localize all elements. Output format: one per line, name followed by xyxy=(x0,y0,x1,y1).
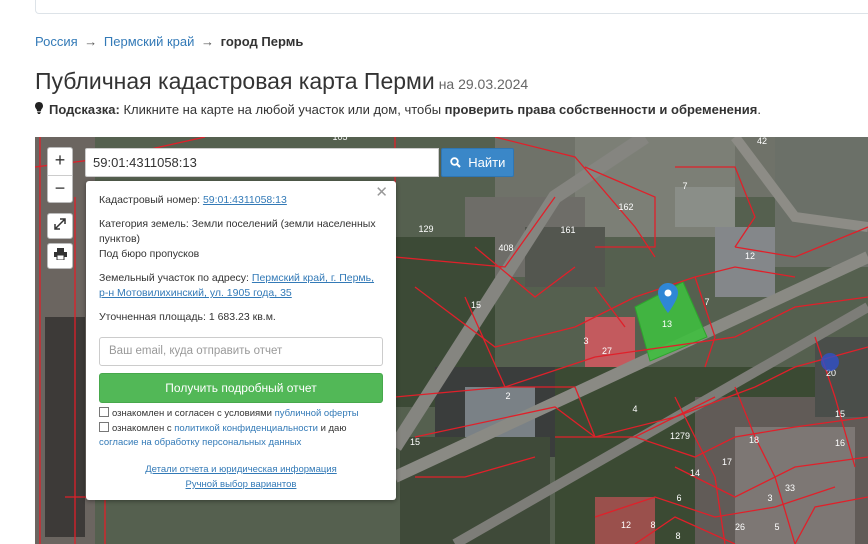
svg-text:15: 15 xyxy=(835,409,845,419)
top-panel xyxy=(35,0,868,14)
breadcrumb: Россия → Пермский край → город Пермь xyxy=(35,34,303,49)
svg-text:2: 2 xyxy=(505,391,510,401)
svg-text:26: 26 xyxy=(735,522,745,532)
svg-text:4: 4 xyxy=(632,404,637,414)
breadcrumb-perm-krai[interactable]: Пермский край xyxy=(104,34,194,49)
address-row: Земельный участок по адресу: Пермский кр… xyxy=(99,271,383,301)
page-title-text: Публичная кадастровая карта Перми xyxy=(35,68,435,94)
svg-text:7: 7 xyxy=(682,181,687,191)
svg-text:3: 3 xyxy=(767,493,772,503)
search-icon xyxy=(449,155,465,170)
svg-text:7: 7 xyxy=(704,297,709,307)
svg-text:408: 408 xyxy=(498,243,513,253)
parcel-info-popup: ✕ Кадастровый номер: 59:01:4311058:13 Ка… xyxy=(86,181,396,500)
svg-text:5: 5 xyxy=(774,522,779,532)
privacy-consent-mid: и даю xyxy=(320,423,347,434)
address-label: Земельный участок по адресу: xyxy=(99,272,249,284)
area-value: 1 683.23 кв.м. xyxy=(208,311,276,323)
search-button-label: Найти xyxy=(468,155,506,170)
svg-text:1279: 1279 xyxy=(670,431,690,441)
land-category-row: Категория земель: Земли поселений (земли… xyxy=(99,217,383,262)
get-report-button[interactable]: Получить подробный отчет xyxy=(99,373,383,403)
report-details-link[interactable]: Детали отчета и юридическая информация xyxy=(145,464,337,475)
svg-text:16: 16 xyxy=(835,438,845,448)
page-title: Публичная кадастровая карта Перми на 29.0… xyxy=(35,68,528,95)
lightbulb-icon xyxy=(35,102,43,117)
manual-selection-link[interactable]: Ручной выбор вариантов xyxy=(186,479,297,490)
svg-text:162: 162 xyxy=(618,202,633,212)
svg-text:42: 42 xyxy=(757,137,767,146)
offer-consent: ознакомлен и согласен с условиями публич… xyxy=(99,407,383,421)
breadcrumb-separator: → xyxy=(84,34,98,49)
svg-text:8: 8 xyxy=(675,531,680,541)
close-icon[interactable]: ✕ xyxy=(375,185,388,200)
privacy-policy-link[interactable]: политикой конфиденциальности xyxy=(174,423,318,434)
hint-end: . xyxy=(757,102,761,117)
zoom-control: + − xyxy=(47,147,73,203)
expand-icon xyxy=(54,218,66,233)
svg-text:3: 3 xyxy=(583,336,588,346)
svg-text:17: 17 xyxy=(722,457,732,467)
svg-text:13: 13 xyxy=(662,319,672,329)
svg-text:18: 18 xyxy=(749,435,759,445)
svg-text:12: 12 xyxy=(621,520,631,530)
privacy-consent-text: ознакомлен с xyxy=(112,423,172,434)
svg-text:14: 14 xyxy=(690,468,700,478)
hint-text: Кликните на карте на любой участок или д… xyxy=(123,102,442,117)
zoom-out-button[interactable]: − xyxy=(48,175,72,202)
svg-text:105: 105 xyxy=(332,137,347,142)
personal-data-consent-link[interactable]: согласие на обработку персональных данны… xyxy=(99,437,301,448)
breadcrumb-separator: → xyxy=(201,34,214,49)
svg-text:161: 161 xyxy=(560,225,575,235)
land-purpose: Под бюро пропусков xyxy=(99,248,200,260)
hint-emphasis: проверить права собственности и обремене… xyxy=(444,102,758,117)
map-marker-icon[interactable] xyxy=(658,283,678,318)
zoom-in-button[interactable]: + xyxy=(48,148,72,175)
hint-label: Подсказка: xyxy=(49,102,120,117)
svg-text:27: 27 xyxy=(602,346,612,356)
land-category-label: Категория земель: xyxy=(99,218,189,230)
cadastral-number-label: Кадастровый номер: xyxy=(99,194,201,206)
svg-text:15: 15 xyxy=(471,300,481,310)
print-button[interactable] xyxy=(47,243,73,269)
svg-text:8: 8 xyxy=(650,520,655,530)
svg-text:15: 15 xyxy=(410,437,420,447)
offer-consent-checkbox[interactable] xyxy=(99,407,109,417)
search-button[interactable]: Найти xyxy=(441,148,514,177)
privacy-consent: ознакомлен с политикой конфиденциальност… xyxy=(99,422,383,450)
area-row: Уточненная площадь: 1 683.23 кв.м. xyxy=(99,310,383,325)
offer-consent-text: ознакомлен и согласен с условиями xyxy=(112,408,272,419)
printer-icon xyxy=(53,248,67,263)
breadcrumb-russia[interactable]: Россия xyxy=(35,34,78,49)
breadcrumb-current: город Пермь xyxy=(220,34,304,49)
svg-text:129: 129 xyxy=(418,224,433,234)
cadastral-map[interactable]: 105 42 7 129 162 161 408 12 15 7 13 3 27… xyxy=(35,137,868,544)
cadastral-number-row: Кадастровый номер: 59:01:4311058:13 xyxy=(99,193,383,208)
privacy-consent-checkbox[interactable] xyxy=(99,422,109,432)
fullscreen-button[interactable] xyxy=(47,213,73,239)
cadastral-search-input[interactable] xyxy=(85,148,439,177)
svg-text:12: 12 xyxy=(745,251,755,261)
email-field[interactable]: Ваш email, куда отправить отчет xyxy=(99,337,383,366)
page-date: на 29.03.2024 xyxy=(438,76,529,92)
cadastral-number-link[interactable]: 59:01:4311058:13 xyxy=(203,194,287,206)
svg-text:33: 33 xyxy=(785,483,795,493)
area-label: Уточненная площадь: xyxy=(99,311,206,323)
popup-footer-links: Детали отчета и юридическая информация Р… xyxy=(86,462,396,492)
svg-text:6: 6 xyxy=(676,493,681,503)
public-offer-link[interactable]: публичной оферты xyxy=(275,408,359,419)
hint: Подсказка: Кликните на карте на любой уч… xyxy=(35,102,761,117)
